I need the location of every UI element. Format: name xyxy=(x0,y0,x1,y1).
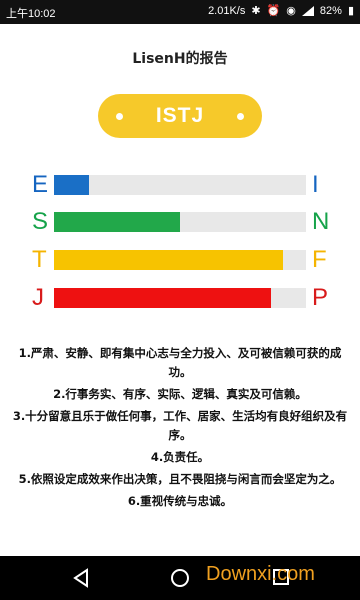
description-item: 3.十分留意且乐于做任何事，工作、居家、生活均有良好组织及有序。 xyxy=(12,409,348,442)
bluetooth-icon: ✱ xyxy=(251,5,261,17)
dimension-fill xyxy=(54,250,284,270)
personality-description: 1.严肃、安静、即有集中心志与全力投入、及可被信赖可获的成功。 2.行事务实、有… xyxy=(8,344,352,514)
dimension-left-letter: S xyxy=(32,208,49,235)
dimension-row-tf: T F xyxy=(0,247,360,273)
signal-icon xyxy=(301,5,314,16)
dimension-row-ei: E I xyxy=(0,172,360,198)
dimension-fill xyxy=(54,175,90,195)
description-item: 2.行事务实、有序、实际、逻辑、真实及可信赖。 xyxy=(53,387,307,401)
status-bar: 上午10:02 2.01K/s ✱ ⏰ ◉ 82% ▮ xyxy=(0,0,360,24)
dimension-right-letter: P xyxy=(312,284,329,311)
dimension-left-letter: E xyxy=(32,171,49,198)
dimension-row-sn: S N xyxy=(0,209,360,235)
dimension-track xyxy=(54,212,306,232)
dimension-fill xyxy=(54,288,271,308)
badge-dot-right xyxy=(237,113,244,120)
watermark-text: Downxi.com xyxy=(206,563,315,585)
back-triangle-icon[interactable] xyxy=(72,568,90,592)
dimension-right-letter: F xyxy=(312,246,327,273)
dimension-right-letter: I xyxy=(312,171,319,198)
dimension-left-letter: J xyxy=(32,284,44,311)
page-title: LisenH的报告 xyxy=(132,51,228,67)
description-item: 6.重视传统与忠诚。 xyxy=(127,494,233,508)
wifi-icon: ◉ xyxy=(286,5,296,17)
personality-type: ISTJ xyxy=(155,104,205,127)
alarm-icon: ⏰ xyxy=(266,5,281,17)
description-item: 4.负责任。 xyxy=(150,450,210,464)
dimension-fill xyxy=(54,212,180,232)
status-time: 上午10:02 xyxy=(6,8,56,20)
description-item: 1.严肃、安静、即有集中心志与全力投入、及可被信赖可获的成功。 xyxy=(18,346,342,379)
description-item: 5.依照设定成效来作出决策，且不畏阻挠与闲言而会坚定为之。 xyxy=(18,472,342,486)
personality-type-badge: ISTJ xyxy=(98,94,262,138)
dimension-right-letter: N xyxy=(312,208,330,235)
dimension-track xyxy=(54,288,306,308)
dimension-left-letter: T xyxy=(32,246,47,273)
badge-dot-left xyxy=(116,113,123,120)
dimension-track xyxy=(54,250,306,270)
status-right-group: 2.01K/s ✱ ⏰ ◉ 82% ▮ xyxy=(208,4,354,18)
battery-level: 82% xyxy=(319,4,342,17)
battery-icon: ▮ xyxy=(347,5,354,17)
dimension-track xyxy=(54,175,306,195)
home-circle-icon[interactable] xyxy=(170,568,190,592)
dimension-row-jp: J P xyxy=(0,285,360,311)
network-speed: 2.01K/s xyxy=(208,4,246,17)
